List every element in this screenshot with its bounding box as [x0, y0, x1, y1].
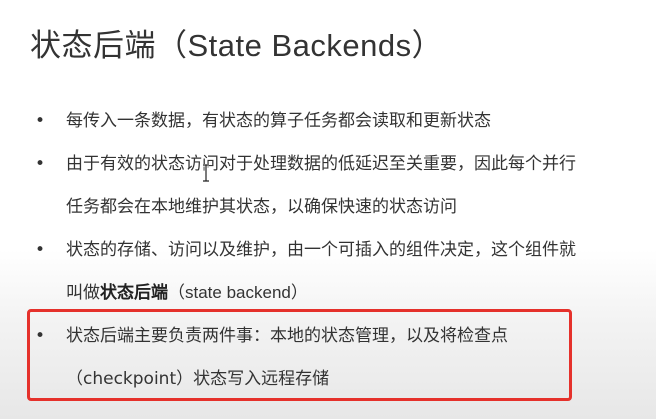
slide-title-cn: 状态后端: [30, 28, 156, 64]
bullet-marker-1: •: [35, 111, 46, 131]
text-cursor-icon: [203, 164, 209, 182]
bullet-2-line-2: 任务都会在本地维护其状态，以确保快速的状态访问: [66, 197, 457, 217]
slide-title: 状态后端（State Backends）: [30, 20, 443, 72]
bullet-3-line-2: 叫做状态后端（state backend）: [66, 272, 308, 314]
bullet-3-line-1: 状态的存储、访问以及维护，由一个可插入的组件决定，这个组件就: [66, 240, 576, 260]
slide: 状态后端（State Backends） • 每传入一条数据，有状态的算子任务都…: [0, 0, 656, 419]
bullet-marker-2: •: [35, 154, 46, 174]
bullet-1-line-1: 每传入一条数据，有状态的算子任务都会读取和更新状态: [66, 111, 491, 131]
slide-title-en: （State Backends）: [156, 28, 444, 63]
bullet-2-line-1: 由于有效的状态访问对于处理数据的低延迟至关重要，因此每个并行: [66, 154, 576, 174]
bullet-3-line-2-suffix: （state backend）: [168, 283, 308, 302]
highlight-box: [27, 309, 572, 401]
state-backend-term: 状态后端: [100, 283, 168, 303]
bullet-3-line-2-prefix: 叫做: [66, 283, 100, 303]
bullet-marker-3: •: [35, 240, 46, 260]
